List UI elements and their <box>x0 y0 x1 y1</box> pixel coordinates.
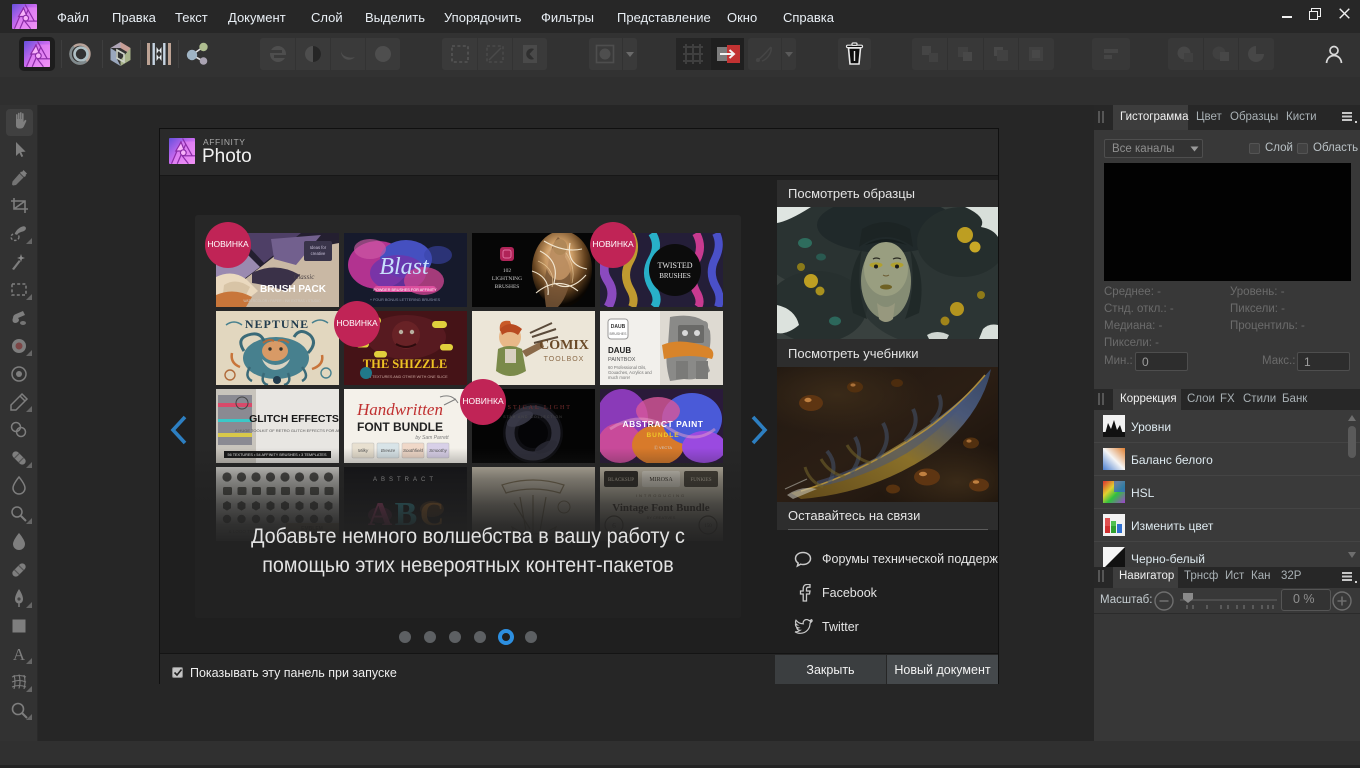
svg-text:FONT BUNDLE: FONT BUNDLE <box>357 420 443 434</box>
svg-text:Blast: Blast <box>379 254 430 280</box>
svg-text:WATERCOLOR • PAPER • INK EXTRA: WATERCOLOR • PAPER • INK EXTRAS • STUDIO <box>243 299 321 303</box>
svg-text:by Sam Parrett: by Sam Parrett <box>415 435 449 441</box>
svg-text:A: A <box>13 645 26 664</box>
svg-text:BUNDLE: BUNDLE <box>646 432 679 439</box>
svg-text:ABSTRACT PAINT: ABSTRACT PAINT <box>623 419 704 429</box>
svg-text:TWISTED: TWISTED <box>657 261 692 270</box>
svg-text:NEPTUNE: NEPTUNE <box>245 317 309 331</box>
svg-text:STAR AND COLLECTION: STAR AND COLLECTION <box>503 415 563 419</box>
svg-text:102: 102 <box>503 268 512 274</box>
svg-text:POWDER BRUSHES FOR AFFINITY: POWDER BRUSHES FOR AFFINITY <box>373 288 437 292</box>
svg-text:DAUB: DAUB <box>608 346 631 355</box>
svg-text:+ FOUR BONUS LETTERING BRUSHES: + FOUR BONUS LETTERING BRUSHES <box>370 298 441 302</box>
svg-text:PAINTBOX: PAINTBOX <box>608 357 636 363</box>
svg-text:BRUSHES: BRUSHES <box>610 332 628 336</box>
svg-text:LIGHTNING: LIGHTNING <box>492 276 522 282</box>
svg-text:Classic: Classic <box>294 273 316 281</box>
svg-text:BRUSH PACK: BRUSH PACK <box>260 284 327 295</box>
svg-text:BRUSHES: BRUSHES <box>659 272 691 280</box>
svg-text:TOOLBOX: TOOLBOX <box>544 356 585 363</box>
svg-text:Handwritten: Handwritten <box>356 400 443 419</box>
svg-text:A HUGE TOOLKIT OF RETRO GLITCH: A HUGE TOOLKIT OF RETRO GLITCH EFFECTS F… <box>235 428 339 433</box>
svg-text:COMIX: COMIX <box>539 338 589 353</box>
svg-text:BRUSHES: BRUSHES <box>495 284 520 290</box>
svg-text:GLITCH EFFECTS: GLITCH EFFECTS <box>249 413 339 425</box>
svg-text:Ideas for: Ideas for <box>310 245 327 250</box>
svg-text:DAUB: DAUB <box>611 324 626 330</box>
svg-text:NEW TEXTURES AND OTHER WITH ON: NEW TEXTURES AND OTHER WITH ONE SLICE <box>362 375 448 379</box>
svg-text:THE SHIZZLE: THE SHIZZLE <box>363 357 447 371</box>
svg-text:creative: creative <box>311 251 326 256</box>
svg-text:much more!: much more! <box>608 375 630 380</box>
